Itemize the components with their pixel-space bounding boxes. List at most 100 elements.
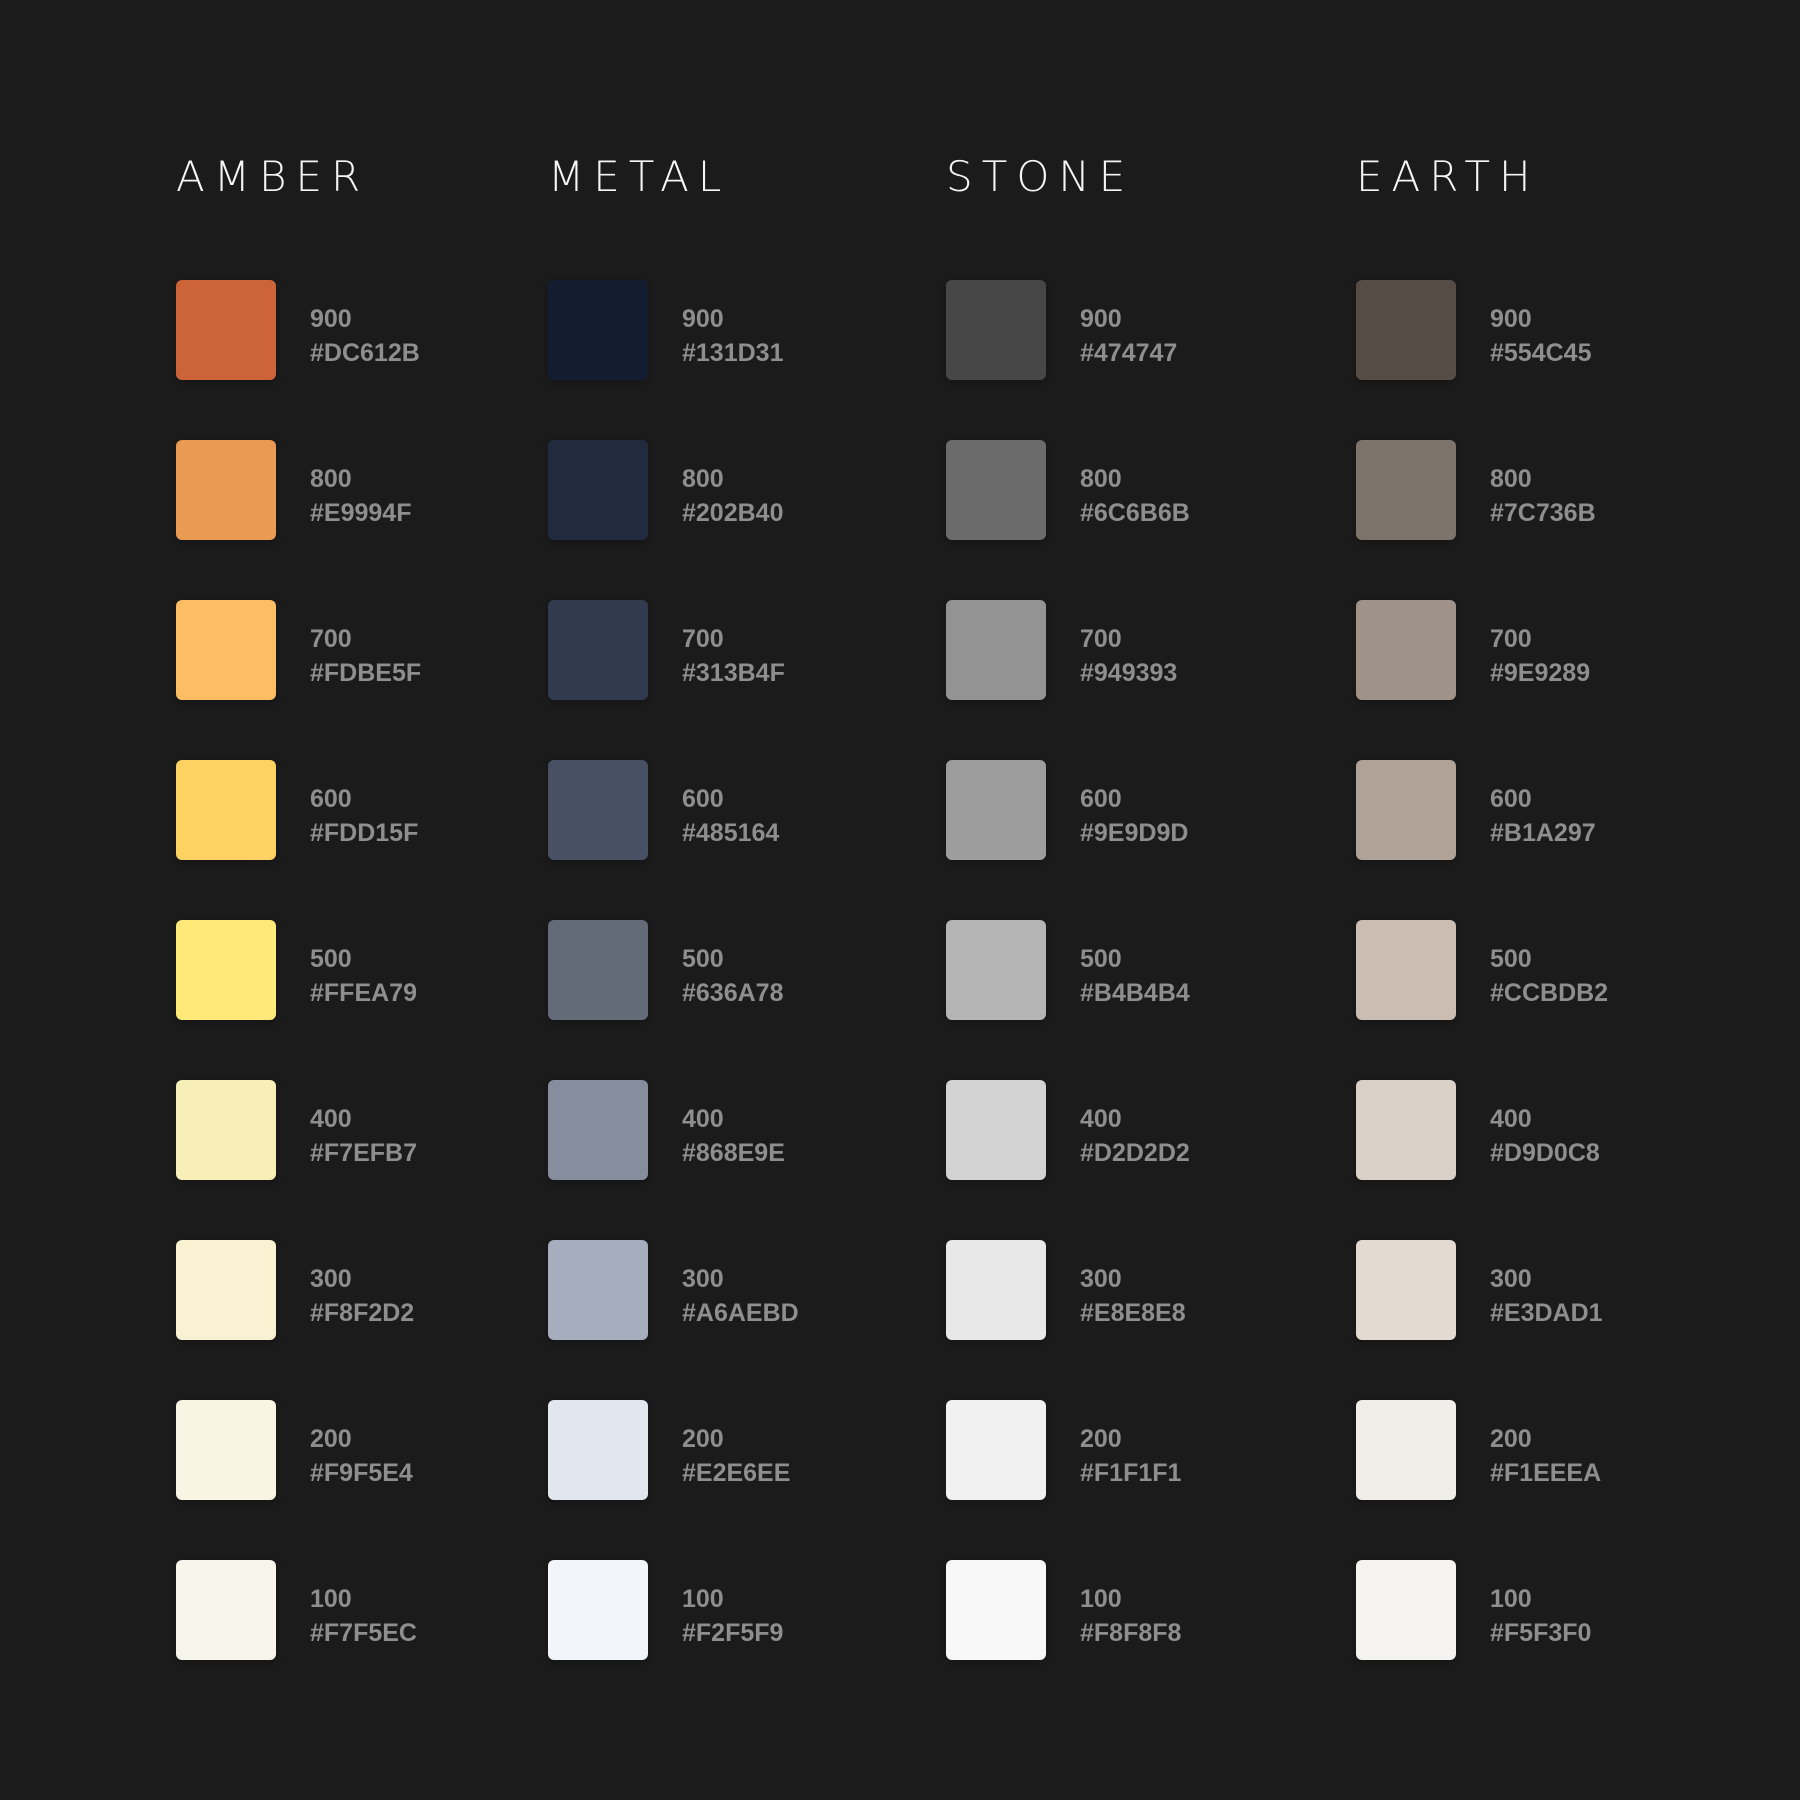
swatch-label: 200 #F9F5E4 <box>310 1422 413 1490</box>
swatch-shade-label: 600 <box>310 785 352 813</box>
swatch-label: 700 #949393 <box>1080 622 1177 690</box>
swatch-chip <box>176 1560 276 1660</box>
swatch-chip <box>1356 1240 1456 1340</box>
swatch-hex-code: #FDBE5F <box>310 659 422 687</box>
swatch-label: 500 #636A78 <box>682 942 783 1010</box>
swatch-chip <box>946 1400 1046 1500</box>
swatch-hex-code: #868E9E <box>682 1139 785 1167</box>
swatch-list: 900 #474747 800 #6C6B6B 700 #949393 600 #9E9D9D… <box>946 280 1276 1720</box>
swatch-row: 900 #554C45 <box>1356 280 1686 380</box>
swatch-row: 900 #131D31 <box>548 280 878 380</box>
swatch-row: 700 #313B4F <box>548 600 878 700</box>
swatch-label: 900 #554C45 <box>1490 302 1591 370</box>
swatch-list: 900 #131D31 800 #202B40 700 #313B4F 600 #485164… <box>548 280 878 1720</box>
swatch-label: 900 #131D31 <box>682 302 783 370</box>
swatch-hex-code: #313B4F <box>682 659 785 687</box>
swatch-label: 200 #E2E6EE <box>682 1422 790 1490</box>
swatch-label: 300 #A6AEBD <box>682 1262 799 1330</box>
swatch-list: 900 #DC612B 800 #E9994F 700 #FDBE5F 600 #FDD15F… <box>176 280 506 1720</box>
swatch-row: 500 #FFEA79 <box>176 920 506 1020</box>
swatch-shade-label: 100 <box>682 1585 724 1613</box>
swatch-chip <box>548 600 648 700</box>
swatch-shade-label: 300 <box>1490 1265 1532 1293</box>
swatch-row: 400 #F7EFB7 <box>176 1080 506 1180</box>
swatch-label: 500 #CCBDB2 <box>1490 942 1608 1010</box>
swatch-row: 200 #F1F1F1 <box>946 1400 1276 1500</box>
swatch-row: 100 #F5F3F0 <box>1356 1560 1686 1660</box>
swatch-chip <box>946 280 1046 380</box>
swatch-row: 400 #D9D0C8 <box>1356 1080 1686 1180</box>
swatch-row: 100 #F2F5F9 <box>548 1560 878 1660</box>
swatch-shade-label: 200 <box>1080 1425 1122 1453</box>
color-palette-sheet: AMBER 900 #DC612B 800 #E9994F 700 #FDBE5F 600 #… <box>0 0 1800 1800</box>
swatch-shade-label: 100 <box>1490 1585 1532 1613</box>
swatch-shade-label: 900 <box>1490 305 1532 333</box>
swatch-shade-label: 500 <box>1080 945 1122 973</box>
swatch-hex-code: #B1A297 <box>1490 819 1596 847</box>
swatch-row: 700 #FDBE5F <box>176 600 506 700</box>
swatch-shade-label: 400 <box>1490 1105 1532 1133</box>
swatch-shade-label: 300 <box>310 1265 352 1293</box>
swatch-label: 100 #F2F5F9 <box>682 1582 783 1650</box>
swatch-shade-label: 800 <box>310 465 352 493</box>
swatch-label: 500 #B4B4B4 <box>1080 942 1190 1010</box>
swatch-shade-label: 700 <box>682 625 724 653</box>
swatch-hex-code: #F5F3F0 <box>1490 1619 1592 1647</box>
swatch-chip <box>946 440 1046 540</box>
swatch-chip <box>548 1080 648 1180</box>
swatch-chip <box>176 1080 276 1180</box>
swatch-chip <box>1356 600 1456 700</box>
swatch-chip <box>946 760 1046 860</box>
swatch-shade-label: 500 <box>310 945 352 973</box>
swatch-row: 200 #E2E6EE <box>548 1400 878 1500</box>
swatch-label: 700 #313B4F <box>682 622 785 690</box>
swatch-shade-label: 400 <box>1080 1105 1122 1133</box>
palette-title: STONE <box>946 152 1135 201</box>
swatch-label: 400 #868E9E <box>682 1102 785 1170</box>
swatch-hex-code: #F1EEEA <box>1490 1459 1602 1487</box>
swatch-label: 800 #7C736B <box>1490 462 1596 530</box>
swatch-hex-code: #554C45 <box>1490 339 1592 367</box>
swatch-chip <box>176 1400 276 1500</box>
swatch-row: 800 #202B40 <box>548 440 878 540</box>
swatch-shade-label: 400 <box>310 1105 352 1133</box>
swatch-row: 600 #9E9D9D <box>946 760 1276 860</box>
swatch-hex-code: #949393 <box>1080 659 1178 687</box>
swatch-shade-label: 600 <box>1080 785 1122 813</box>
swatch-hex-code: #A6AEBD <box>682 1299 799 1327</box>
swatch-label: 200 #F1EEEA <box>1490 1422 1601 1490</box>
swatch-row: 700 #9E9289 <box>1356 600 1686 700</box>
swatch-label: 100 #F5F3F0 <box>1490 1582 1591 1650</box>
swatch-shade-label: 300 <box>682 1265 724 1293</box>
swatch-chip <box>1356 760 1456 860</box>
swatch-chip <box>548 1240 648 1340</box>
swatch-row: 300 #A6AEBD <box>548 1240 878 1340</box>
swatch-row: 600 #FDD15F <box>176 760 506 860</box>
swatch-chip <box>1356 1560 1456 1660</box>
swatch-chip <box>548 760 648 860</box>
swatch-hex-code: #DC612B <box>310 339 420 367</box>
swatch-row: 500 #CCBDB2 <box>1356 920 1686 1020</box>
swatch-hex-code: #131D31 <box>682 339 784 367</box>
swatch-chip <box>946 1080 1046 1180</box>
swatch-row: 400 #D2D2D2 <box>946 1080 1276 1180</box>
swatch-chip <box>1356 1080 1456 1180</box>
swatch-chip <box>548 440 648 540</box>
swatch-chip <box>548 1400 648 1500</box>
swatch-chip <box>946 1240 1046 1340</box>
swatch-chip <box>946 600 1046 700</box>
swatch-hex-code: #E8E8E8 <box>1080 1299 1186 1327</box>
swatch-chip <box>176 760 276 860</box>
swatch-chip <box>176 280 276 380</box>
swatch-hex-code: #E9994F <box>310 499 412 527</box>
swatch-hex-code: #FFEA79 <box>310 979 417 1007</box>
swatch-label: 400 #F7EFB7 <box>310 1102 417 1170</box>
swatch-label: 200 #F1F1F1 <box>1080 1422 1181 1490</box>
swatch-label: 300 #F8F2D2 <box>310 1262 414 1330</box>
swatch-hex-code: #F7EFB7 <box>310 1139 417 1167</box>
swatch-row: 600 #B1A297 <box>1356 760 1686 860</box>
swatch-chip <box>176 1240 276 1340</box>
swatch-label: 700 #FDBE5F <box>310 622 421 690</box>
swatch-hex-code: #B4B4B4 <box>1080 979 1190 1007</box>
swatch-shade-label: 700 <box>1490 625 1532 653</box>
